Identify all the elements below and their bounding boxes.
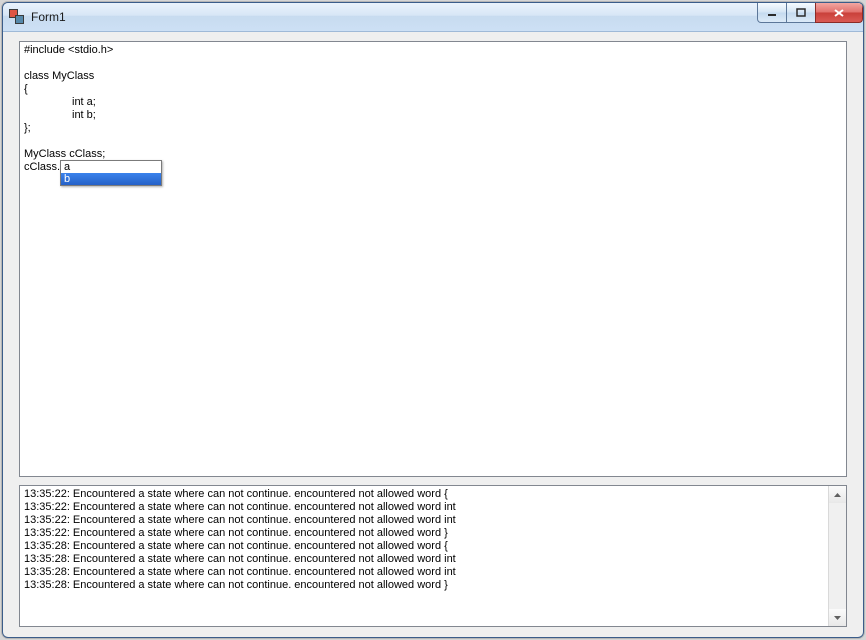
log-line: 13:35:28: Encountered a state where can … [24,579,828,592]
autocomplete-item[interactable]: b [61,173,161,185]
log-scrollbar[interactable] [828,486,846,626]
client-area: #include <stdio.h> class MyClass{int a;in… [9,37,857,631]
log-line: 13:35:22: Encountered a state where can … [24,514,828,527]
log-content[interactable]: 13:35:22: Encountered a state where can … [24,488,828,624]
log-panel: 13:35:22: Encountered a state where can … [19,485,847,627]
autocomplete-popup[interactable]: ab [60,160,162,186]
window-controls [758,3,863,23]
window-title: Form1 [31,3,66,31]
scroll-up-button[interactable] [829,486,846,503]
scroll-down-button[interactable] [829,609,846,626]
log-line: 13:35:28: Encountered a state where can … [24,566,828,579]
autocomplete-item[interactable]: a [61,161,161,173]
log-line: 13:35:22: Encountered a state where can … [24,527,828,540]
maximize-button[interactable] [786,3,816,23]
code-line: int a; [24,96,842,109]
code-editor[interactable]: #include <stdio.h> class MyClass{int a;in… [19,41,847,477]
log-line: 13:35:22: Encountered a state where can … [24,501,828,514]
log-line: 13:35:22: Encountered a state where can … [24,488,828,501]
app-icon [9,9,25,25]
code-line: }; [24,122,842,135]
log-line: 13:35:28: Encountered a state where can … [24,553,828,566]
minimize-button[interactable] [757,3,787,23]
code-line: int b; [24,109,842,122]
app-window: Form1 #include <stdio.h>class MyClass{in… [2,2,864,638]
titlebar[interactable]: Form1 [3,3,863,32]
log-line: 13:35:28: Encountered a state where can … [24,540,828,553]
close-button[interactable] [815,3,863,23]
code-line: class MyClass [24,70,842,83]
code-line: #include <stdio.h> [24,44,842,57]
code-line: { [24,83,842,96]
code-line [24,57,842,70]
code-line [24,135,842,148]
